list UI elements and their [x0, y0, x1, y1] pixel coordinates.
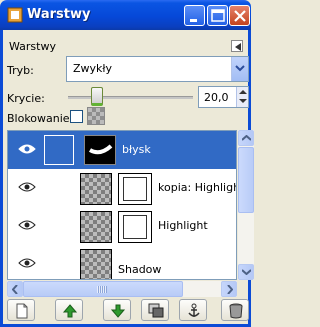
- anchor-layer-button[interactable]: [179, 299, 207, 321]
- eye-icon[interactable]: [18, 257, 36, 269]
- duplicate-layer-icon: [148, 303, 164, 318]
- chevron-left-icon: [12, 285, 18, 294]
- title-bar[interactable]: Warstwy: [0, 0, 251, 30]
- layers-list: błysk kopia: Highlight Highlight Shadow: [7, 130, 237, 280]
- chevron-up-icon: [239, 90, 247, 94]
- minimize-button[interactable]: [184, 5, 205, 26]
- lower-layer-icon: [110, 304, 126, 318]
- scroll-down-button[interactable]: [238, 264, 254, 280]
- layers-horizontal-scrollbar[interactable]: [7, 281, 237, 297]
- layers-toolbar: [7, 299, 250, 323]
- raise-layer-icon: [62, 304, 78, 318]
- opacity-label: Krycie:: [7, 92, 45, 105]
- eye-icon[interactable]: [18, 219, 36, 231]
- anchor-layer-icon: [188, 303, 200, 317]
- mode-dropdown-arrow[interactable]: [231, 57, 248, 81]
- layer-row-highlight[interactable]: Highlight: [8, 207, 236, 245]
- duplicate-layer-button[interactable]: [141, 299, 169, 321]
- layer-thumbnail: [80, 249, 112, 279]
- new-layer-button[interactable]: [7, 299, 35, 321]
- vertical-scroll-thumb[interactable]: [238, 147, 254, 213]
- opacity-value: 20,0: [204, 91, 229, 104]
- maximize-icon: [211, 9, 225, 22]
- lock-alpha-checkbox[interactable]: [70, 110, 83, 123]
- layer-mask-thumbnail: [118, 173, 152, 205]
- layer-thumbnail: [80, 173, 112, 205]
- close-icon: [234, 10, 246, 22]
- mode-label: Tryb:: [7, 64, 34, 77]
- maximize-button[interactable]: [207, 5, 228, 26]
- close-button[interactable]: [229, 5, 250, 26]
- chevron-down-icon: [235, 65, 245, 72]
- layer-mask-thumbnail: [118, 211, 152, 243]
- lock-label: Blokowanie:: [7, 112, 74, 125]
- layer-thumbnail: [84, 135, 116, 165]
- opacity-slider-track[interactable]: [68, 96, 193, 99]
- opacity-decrease-button[interactable]: [236, 97, 248, 107]
- layer-name[interactable]: Highlight: [158, 219, 208, 232]
- panel-header: Warstwy: [7, 38, 243, 56]
- scroll-up-button[interactable]: [238, 130, 254, 146]
- mode-select[interactable]: Zwykły: [66, 56, 249, 82]
- layer-row-blysk[interactable]: błysk: [8, 131, 236, 169]
- opacity-increase-button[interactable]: [236, 87, 248, 97]
- horizontal-scroll-thumb[interactable]: [23, 281, 183, 297]
- scroll-left-button[interactable]: [7, 281, 23, 297]
- chevron-right-icon: [227, 285, 233, 294]
- scroll-right-button[interactable]: [221, 281, 237, 297]
- window-title: Warstwy: [27, 7, 91, 22]
- layer-thumbnail: [80, 211, 112, 243]
- highlight-stroke-icon: [88, 144, 113, 155]
- triangle-left-icon: [235, 43, 241, 51]
- opacity-slider-thumb[interactable]: [91, 87, 103, 106]
- delete-layer-button[interactable]: [221, 299, 249, 321]
- layer-row-shadow[interactable]: Shadow: [8, 245, 236, 279]
- layers-window: Warstwy Tryb: Zwykły Krycie: 20,0 Blokow…: [0, 30, 254, 327]
- layer-name[interactable]: kopia: Highlight: [158, 181, 236, 194]
- chevron-down-icon: [242, 269, 251, 275]
- eye-icon[interactable]: [18, 143, 36, 155]
- raise-layer-button[interactable]: [55, 299, 83, 321]
- alpha-channel-icon: [87, 107, 105, 125]
- panel-menu-button[interactable]: [231, 40, 243, 52]
- eye-icon[interactable]: [18, 181, 36, 193]
- layer-row-kopia-highlight[interactable]: kopia: Highlight: [8, 169, 236, 207]
- opacity-spinbox[interactable]: 20,0: [198, 86, 249, 108]
- layer-name[interactable]: Shadow: [118, 263, 161, 276]
- panel-title: Warstwy: [9, 40, 56, 53]
- chevron-down-small-icon: [239, 99, 247, 103]
- mode-value: Zwykły: [73, 62, 113, 75]
- chevron-up-icon: [242, 135, 251, 141]
- minimize-icon: [190, 19, 197, 22]
- layer-link-toggle[interactable]: [44, 135, 74, 165]
- layer-name[interactable]: błysk: [122, 143, 151, 156]
- layers-vertical-scrollbar[interactable]: [238, 130, 254, 280]
- gimp-app-icon: [7, 7, 23, 23]
- lower-layer-button[interactable]: [103, 299, 131, 321]
- delete-layer-icon: [229, 303, 243, 319]
- new-layer-icon: [16, 303, 28, 319]
